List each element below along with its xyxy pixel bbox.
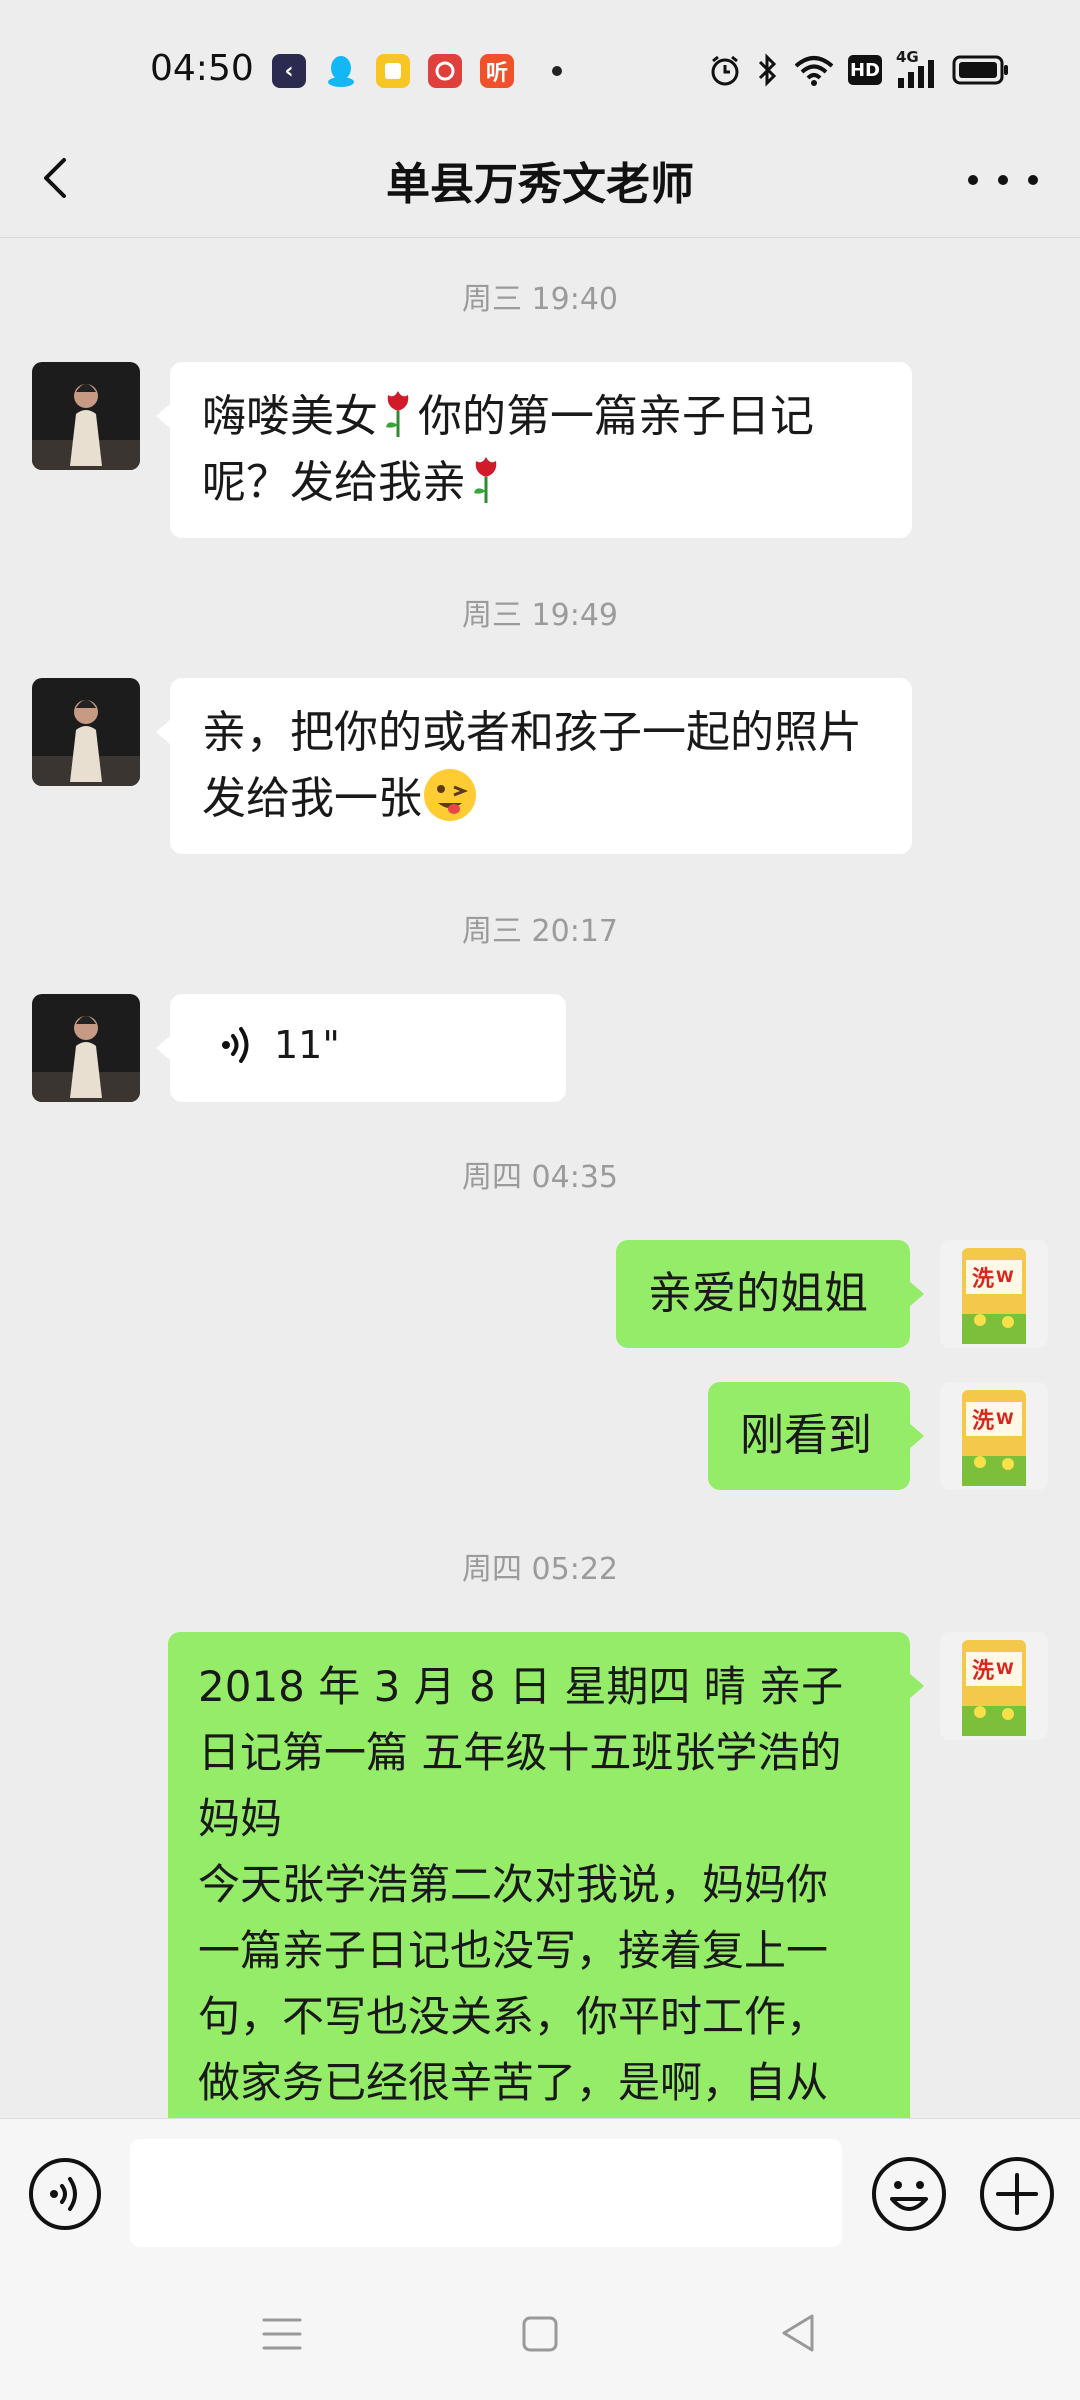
square-icon bbox=[522, 2316, 558, 2352]
system-back-button[interactable] bbox=[778, 2310, 818, 2356]
wink-tongue-emoji-icon bbox=[424, 769, 476, 821]
voice-wave-icon bbox=[222, 1027, 249, 1063]
message-line: 一篇亲子日记也没写，接着复上一 bbox=[198, 1926, 829, 1975]
svg-text:洗: 洗 bbox=[972, 1659, 994, 1684]
more-notifications-dot bbox=[552, 66, 562, 76]
emoji-button[interactable] bbox=[870, 2155, 948, 2233]
triangle-back-icon bbox=[782, 2314, 814, 2352]
signal-icon: 4G bbox=[896, 48, 938, 88]
contact-avatar[interactable] bbox=[32, 994, 140, 1102]
more-functions-button[interactable] bbox=[978, 2155, 1056, 2233]
notification-icons: ‹ 听 bbox=[272, 54, 514, 88]
message-bubble-outgoing[interactable]: 亲爱的姐姐 bbox=[616, 1240, 924, 1348]
recent-apps-button[interactable] bbox=[260, 2312, 304, 2356]
system-navigation-bar bbox=[0, 2268, 1080, 2400]
message-timestamp: 周三 20:17 bbox=[462, 914, 618, 949]
chat-header: 单县万秀文老师 bbox=[0, 120, 1080, 238]
menu-icon bbox=[262, 2318, 302, 2350]
message-line: 2018 年 3 月 8 日 星期四 晴 亲子 bbox=[198, 1662, 844, 1711]
qq-icon bbox=[324, 54, 358, 88]
message-line: 日记第一篇 五年级十五班张学浩的 bbox=[198, 1728, 842, 1777]
message-line: 今天张学浩第二次对我说，妈妈你 bbox=[198, 1860, 829, 1909]
message-input-bar bbox=[0, 2118, 1080, 2268]
wifi-icon bbox=[794, 56, 834, 86]
my-avatar[interactable]: 洗W bbox=[940, 1240, 1048, 1348]
svg-text:洗: 洗 bbox=[972, 1409, 994, 1434]
contact-avatar[interactable] bbox=[32, 678, 140, 786]
contact-avatar[interactable] bbox=[32, 362, 140, 470]
home-button[interactable] bbox=[520, 2312, 560, 2356]
message-bubble-incoming[interactable]: 亲，把你的或者和孩子一起的照片发给我一张 bbox=[156, 678, 912, 854]
system-icons: HD 4G bbox=[708, 48, 1010, 88]
rose-emoji-icon bbox=[474, 457, 497, 503]
my-avatar[interactable]: 洗W bbox=[940, 1632, 1048, 1740]
status-time: 04:50 bbox=[150, 48, 254, 89]
more-options-button[interactable] bbox=[968, 160, 1038, 200]
my-avatar[interactable]: 洗W bbox=[940, 1382, 1048, 1490]
bluetooth-icon bbox=[758, 53, 777, 87]
message-bubble-incoming[interactable]: 嗨喽美女 你的第一篇亲子日记呢？发给我亲 bbox=[156, 362, 912, 538]
message-timestamp: 周三 19:49 bbox=[462, 598, 618, 633]
netease-icon bbox=[428, 54, 462, 88]
smile-icon bbox=[872, 2157, 946, 2231]
message-bubble-outgoing[interactable]: 2018 年 3 月 8 日 星期四 晴 亲子 日记第一篇 五年级十五班张学浩的… bbox=[168, 1632, 924, 2118]
chat-area[interactable]: 周三 19:40 嗨喽美女 你的第一篇亲子日记呢？发给我亲 周三 19:49 亲，… bbox=[0, 238, 1080, 2118]
ting-icon: 听 bbox=[480, 54, 514, 88]
svg-text:W: W bbox=[996, 1659, 1014, 1678]
hd-badge: HD bbox=[848, 55, 882, 85]
plus-icon bbox=[980, 2157, 1054, 2231]
message-timestamp: 周四 05:22 bbox=[462, 1552, 618, 1587]
message-text: 亲，把你的或者和孩子一起的照片发给我一张 bbox=[202, 707, 862, 824]
voice-icon bbox=[29, 2158, 101, 2230]
message-timestamp: 周四 04:35 bbox=[462, 1160, 618, 1195]
message-text: 刚看到 bbox=[740, 1410, 872, 1461]
battery-icon bbox=[952, 55, 1008, 85]
message-line: 句，不写也没关系，你平时工作， bbox=[198, 1992, 829, 2041]
chat-title: 单县万秀文老师 bbox=[386, 159, 694, 210]
dot bbox=[998, 175, 1008, 185]
svg-text:W: W bbox=[996, 1409, 1014, 1428]
dot bbox=[968, 175, 978, 185]
status-bar: 04:50 ‹ 听 HD 4G bbox=[0, 0, 1080, 140]
voice-input-button[interactable] bbox=[28, 2157, 102, 2231]
notes-icon bbox=[376, 54, 410, 88]
message-input[interactable] bbox=[130, 2139, 842, 2247]
message-timestamp: 周三 19:40 bbox=[462, 282, 618, 317]
dot bbox=[1028, 175, 1038, 185]
alarm-icon bbox=[711, 55, 739, 86]
svg-text:W: W bbox=[996, 1267, 1014, 1286]
message-text: 亲爱的姐姐 bbox=[648, 1268, 868, 1319]
message-bubble-outgoing[interactable]: 刚看到 bbox=[708, 1382, 924, 1490]
svg-text:洗: 洗 bbox=[972, 1267, 994, 1292]
message-line: 妈妈 bbox=[198, 1794, 283, 1843]
message-text: 嗨喽美女 bbox=[202, 391, 378, 442]
voice-message-bubble[interactable]: 11" bbox=[156, 994, 566, 1102]
message-line: 做家务已经很辛苦了，是啊，自从 bbox=[198, 2058, 829, 2107]
voice-duration: 11" bbox=[274, 1023, 340, 1067]
back-app-icon: ‹ bbox=[272, 54, 306, 88]
rose-emoji-icon bbox=[386, 391, 409, 437]
